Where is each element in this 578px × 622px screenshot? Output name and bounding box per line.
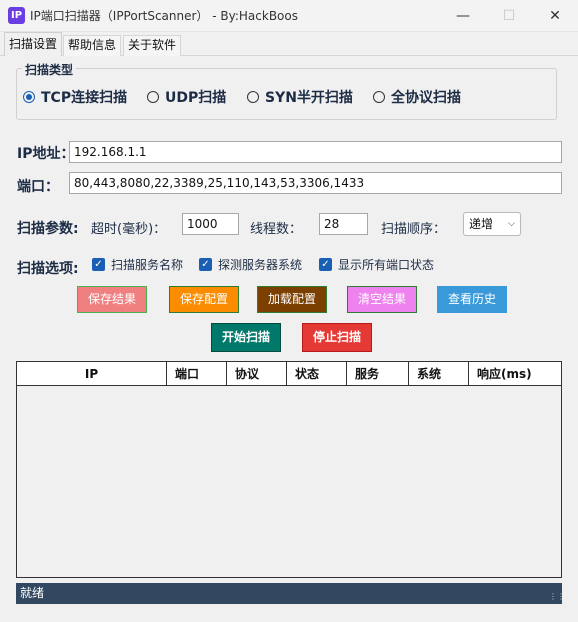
checkbox-icon: ✓ (92, 257, 105, 271)
checkbox-detect-server-os[interactable]: ✓ 探测服务器系统 (199, 256, 302, 272)
checkbox-label: 探测服务器系统 (218, 257, 303, 272)
minimize-button[interactable]: — (440, 0, 486, 32)
tab-scan-settings[interactable]: 扫描设置 (4, 32, 63, 56)
ip-address-input[interactable]: 192.168.1.1 (69, 141, 562, 163)
port-label: 端口： (17, 179, 59, 195)
radio-icon (373, 91, 385, 103)
scan-order-select[interactable]: 递增 ⌵ (463, 212, 521, 236)
radio-tcp-connect[interactable]: TCP连接扫描 (23, 88, 127, 106)
scan-order-label: 扫描顺序： (381, 222, 447, 237)
column-header-system[interactable]: 系统 (409, 362, 469, 386)
resize-grip-icon[interactable]: ⋮⋮ (549, 592, 565, 602)
radio-label: UDP扫描 (165, 90, 227, 106)
load-config-button[interactable]: 加载配置 (257, 286, 327, 313)
start-scan-button[interactable]: 开始扫描 (211, 323, 281, 352)
checkbox-icon: ✓ (319, 257, 332, 271)
timeout-input[interactable]: 1000 (182, 213, 239, 235)
scan-options-label: 扫描选项: (17, 261, 79, 277)
radio-icon (247, 91, 259, 103)
radio-label: 全协议扫描 (391, 90, 461, 106)
scan-params-label: 扫描参数: (17, 221, 79, 237)
stop-scan-button[interactable]: 停止扫描 (302, 323, 372, 352)
column-header-ip[interactable]: IP (17, 362, 167, 386)
maximize-icon: ☐ (502, 8, 516, 24)
radio-label: TCP连接扫描 (41, 90, 128, 106)
view-history-button[interactable]: 查看历史 (437, 286, 507, 313)
close-button[interactable]: ✕ (532, 0, 578, 32)
results-table[interactable]: IP 端口 协议 状态 服务 系统 响应(ms) (16, 361, 562, 578)
scan-type-group-label: 扫描类型 (22, 61, 77, 78)
column-header-port[interactable]: 端口 (167, 362, 227, 386)
radio-label: SYN半开扫描 (265, 90, 353, 106)
save-results-button[interactable]: 保存结果 (77, 286, 147, 313)
checkbox-icon: ✓ (199, 257, 212, 271)
window-title: IP端口扫描器（IPPortScanner） - By:HackBoos (30, 9, 298, 23)
minimize-icon: — (456, 8, 470, 24)
clear-results-button[interactable]: 清空结果 (347, 286, 417, 313)
radio-icon (147, 91, 159, 103)
threads-label: 线程数： (250, 222, 303, 237)
checkbox-label: 扫描服务名称 (111, 257, 184, 272)
radio-icon (23, 91, 35, 103)
maximize-button: ☐ (486, 0, 532, 32)
threads-input[interactable]: 28 (319, 213, 368, 235)
radio-all-protocols[interactable]: 全协议扫描 (373, 88, 461, 106)
scan-order-value: 递增 (469, 217, 494, 231)
table-header: IP 端口 协议 状态 服务 系统 响应(ms) (17, 362, 561, 386)
timeout-label: 超时(毫秒)： (91, 222, 167, 237)
column-header-status[interactable]: 状态 (287, 362, 347, 386)
port-input[interactable]: 80,443,8080,22,3389,25,110,143,53,3306,1… (69, 172, 562, 194)
close-icon: ✕ (549, 8, 561, 24)
column-header-service[interactable]: 服务 (347, 362, 409, 386)
checkbox-label: 显示所有端口状态 (338, 257, 435, 272)
checkbox-scan-service-name[interactable]: ✓ 扫描服务名称 (92, 256, 183, 272)
app-icon: IP (8, 7, 25, 24)
chevron-down-icon: ⌵ (508, 219, 515, 229)
save-config-button[interactable]: 保存配置 (169, 286, 239, 313)
radio-udp[interactable]: UDP扫描 (147, 88, 226, 106)
tab-about[interactable]: 关于软件 (123, 35, 182, 56)
status-bar: 就绪 ⋮⋮ (16, 583, 565, 604)
checkbox-show-all-port-status[interactable]: ✓ 显示所有端口状态 (319, 256, 434, 272)
radio-syn-half-open[interactable]: SYN半开扫描 (247, 88, 353, 106)
column-header-protocol[interactable]: 协议 (227, 362, 287, 386)
ip-address-label: IP地址： (17, 146, 75, 162)
tab-help[interactable]: 帮助信息 (63, 35, 122, 56)
status-text: 就绪 (20, 586, 45, 600)
column-header-response[interactable]: 响应(ms) (469, 362, 561, 386)
